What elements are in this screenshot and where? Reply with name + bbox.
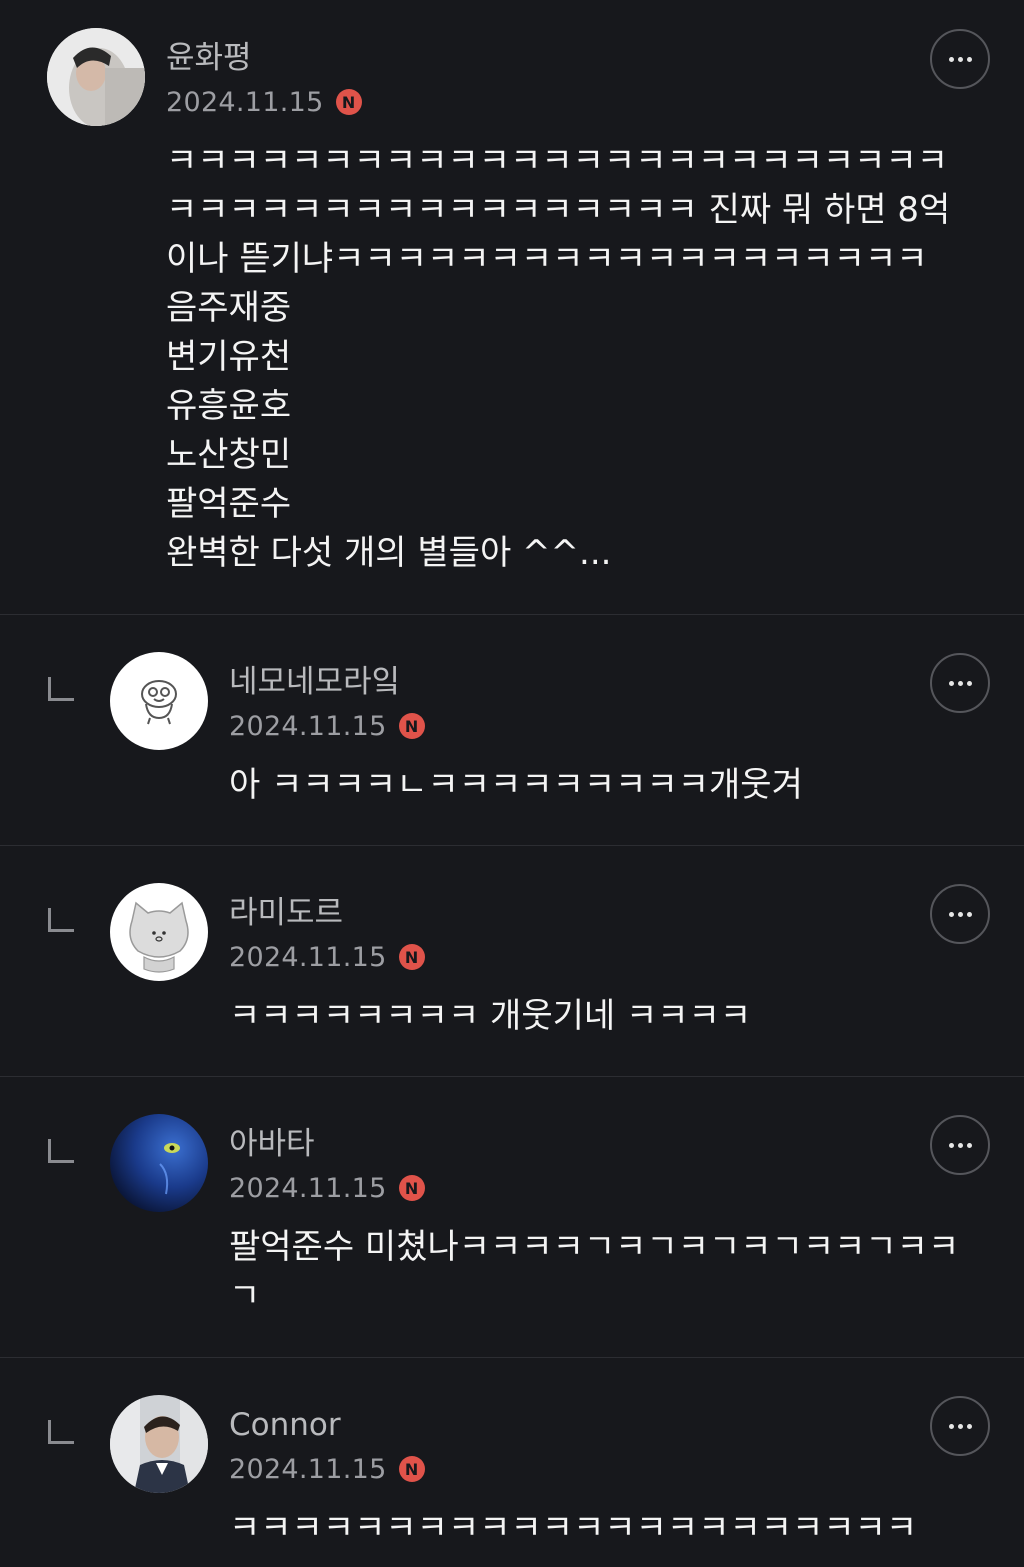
- author-name[interactable]: 윤화평: [166, 38, 252, 78]
- comment-text-line: 팔억준수 미쳤나ㅋㅋㅋㅋㄱㅋㄱㅋㄱㅋㄱㅋㅋㄱㅋㅋ: [229, 1227, 960, 1267]
- comment-date: 2024.11.15: [229, 941, 387, 973]
- comment-text-line: 이나 뜯기냐ㅋㅋㅋㅋㅋㅋㅋㅋㅋㅋㅋㅋㅋㅋㅋㅋㅋㅋㅋ: [166, 239, 928, 279]
- comment-text-line: 변기유천: [166, 337, 292, 377]
- reply-item: 라미도르 2024.11.15 N ㅋㅋㅋㅋㅋㅋㅋㅋ 개웃기네 ㅋㅋㅋㅋ: [0, 846, 1024, 1076]
- comment-date: 2024.11.15: [166, 86, 324, 118]
- comment-date: 2024.11.15: [229, 710, 387, 742]
- date-row: 2024.11.15 N: [229, 1452, 425, 1486]
- more-icon: [948, 911, 972, 917]
- more-options-button[interactable]: [930, 884, 990, 944]
- avatar-image: [110, 1114, 208, 1212]
- avatar[interactable]: [110, 883, 208, 981]
- comment-text-line: ㅋㅋㅋㅋㅋㅋㅋㅋㅋㅋㅋㅋㅋㅋㅋㅋㅋㅋㅋㅋㅋㅋㅋㅋㅋ: [166, 141, 948, 181]
- new-badge: N: [398, 713, 425, 739]
- comment-text-line: ㅋㅋㅋㅋㅋㅋㅋㅋㅋㅋㅋㅋㅋㅋㅋㅋㅋㅋㅋㅋㅋㅋ: [229, 1508, 918, 1548]
- reply-item: 아바타 2024.11.15 N 팔억준수 미쳤나ㅋㅋㅋㅋㄱㅋㄱㅋㄱㅋㄱㅋㅋㄱㅋ…: [0, 1077, 1024, 1357]
- author-name[interactable]: 네모네모라잌: [229, 662, 400, 702]
- avatar[interactable]: [110, 1395, 208, 1493]
- comment-date: 2024.11.15: [229, 1453, 387, 1485]
- avatar[interactable]: [110, 652, 208, 750]
- avatar-image: [47, 28, 145, 126]
- avatar-image: [110, 1395, 208, 1493]
- reply-arrow-icon: [48, 1139, 74, 1163]
- author-name[interactable]: Connor: [229, 1405, 341, 1445]
- reply-arrow-icon: [48, 677, 74, 701]
- comment-text-line: 유흥윤호: [166, 386, 292, 426]
- more-options-button[interactable]: [930, 1396, 990, 1456]
- more-options-button[interactable]: [930, 653, 990, 713]
- date-row: 2024.11.15 N: [229, 709, 425, 743]
- avatar[interactable]: [47, 28, 145, 126]
- more-icon: [948, 680, 972, 686]
- more-icon: [948, 1423, 972, 1429]
- comment-text-line: ㄱ: [229, 1276, 261, 1316]
- reply-item: 네모네모라잌 2024.11.15 N 아 ㅋㅋㅋㅋㄴㅋㅋㅋㅋㅋㅋㅋㅋㅋ개웃겨: [0, 615, 1024, 845]
- more-options-button[interactable]: [930, 29, 990, 89]
- new-badge: N: [335, 89, 362, 115]
- date-row: 2024.11.15 N: [229, 940, 425, 974]
- comment-text-line: 노산창민: [166, 435, 292, 475]
- avatar-image: [110, 652, 208, 750]
- reply-item: Connor 2024.11.15 N ㅋㅋㅋㅋㅋㅋㅋㅋㅋㅋㅋㅋㅋㅋㅋㅋㅋㅋㅋㅋ…: [0, 1358, 1024, 1567]
- comment-text-line: 팔억준수: [166, 484, 292, 524]
- comment-text-line: 음주재중: [166, 288, 292, 328]
- more-options-button[interactable]: [930, 1115, 990, 1175]
- avatar[interactable]: [110, 1114, 208, 1212]
- avatar-image: [110, 883, 208, 981]
- new-badge: N: [398, 1456, 425, 1482]
- author-name[interactable]: 아바타: [229, 1124, 315, 1164]
- author-name[interactable]: 라미도르: [229, 893, 343, 933]
- more-icon: [948, 1142, 972, 1148]
- comment-text-line: ㅋㅋㅋㅋㅋㅋㅋㅋ 개웃기네 ㅋㅋㅋㅋ: [229, 996, 752, 1036]
- date-row: 2024.11.15 N: [229, 1171, 425, 1205]
- new-badge: N: [398, 1175, 425, 1201]
- date-row: 2024.11.15 N: [166, 85, 362, 119]
- new-badge: N: [398, 944, 425, 970]
- reply-arrow-icon: [48, 908, 74, 932]
- comment-date: 2024.11.15: [229, 1172, 387, 1204]
- comment-text-line: 아 ㅋㅋㅋㅋㄴㅋㅋㅋㅋㅋㅋㅋㅋㅋ개웃겨: [229, 765, 803, 805]
- comment-text-line: ㅋㅋㅋㅋㅋㅋㅋㅋㅋㅋㅋㅋㅋㅋㅋㅋㅋ 진짜 뭐 하면 8억: [166, 190, 951, 230]
- comment-item: 윤화평 2024.11.15 N ㅋㅋㅋㅋㅋㅋㅋㅋㅋㅋㅋㅋㅋㅋㅋㅋㅋㅋㅋㅋㅋㅋㅋ…: [0, 0, 1024, 614]
- comment-text-line: 완벽한 다섯 개의 별들아 ^^...: [166, 533, 612, 573]
- reply-arrow-icon: [48, 1420, 74, 1444]
- more-icon: [948, 56, 972, 62]
